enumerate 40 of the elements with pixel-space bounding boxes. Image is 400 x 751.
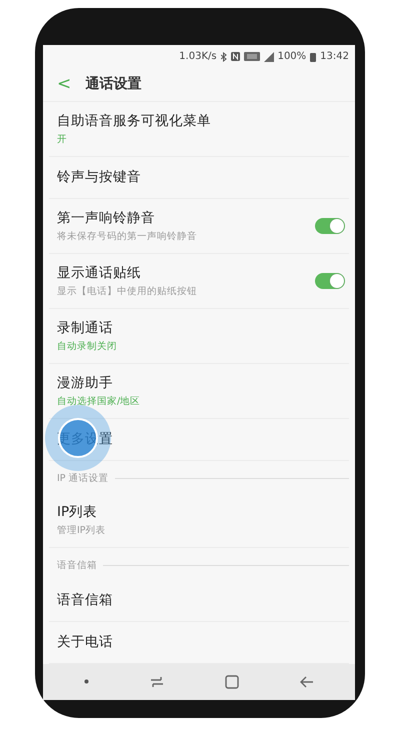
settings-item[interactable]: IP列表 管理IP列表 [49, 492, 349, 548]
screen-title: 通话设置 [85, 75, 142, 94]
item-subtitle: 开 [57, 132, 68, 146]
item-title: 自助语音服务可视化菜单 [57, 112, 212, 130]
settings-item[interactable]: 漫游助手 自动选择国家/地区 [49, 364, 349, 419]
clock: 13:42 [320, 51, 349, 62]
item-title: 铃声与按键音 [57, 168, 142, 186]
toggle-switch[interactable] [315, 218, 345, 234]
battery-icon [310, 52, 316, 62]
dot-icon[interactable] [84, 679, 89, 684]
item-title: 显示通话贴纸 [57, 264, 142, 282]
item-title: 第一声响铃静音 [57, 208, 156, 227]
item-title: 漫游助手 [57, 374, 114, 392]
home-icon[interactable] [225, 674, 240, 689]
signal-icon [264, 52, 274, 62]
settings-item[interactable]: 自助语音服务可视化菜单 开 [49, 102, 349, 157]
battery-percent: 100% [278, 51, 306, 62]
hd-icon [244, 52, 260, 61]
item-title: 语音信箱 [57, 591, 114, 610]
item-subtitle: 将未保存号码的第一声响铃静音 [57, 230, 198, 243]
item-title: 录制通话 [57, 318, 114, 337]
settings-item[interactable]: 第一声响铃静音 将未保存号码的第一声响铃静音 [49, 198, 349, 254]
settings-item[interactable]: 录制通话 自动录制关闭 [49, 308, 349, 364]
network-speed: 1.03K/s [179, 51, 217, 62]
item-subtitle: 管理IP列表 [57, 524, 107, 537]
section-header: 语音信箱 [57, 559, 97, 572]
settings-item[interactable]: 显示通话贴纸 显示【电话】中使用的贴纸按钮 [49, 254, 349, 309]
item-subtitle: 自动选择国家/地区 [57, 394, 142, 408]
settings-item[interactable]: 铃声与按键音 [49, 156, 349, 199]
section-header: IP 通话设置 [57, 472, 109, 486]
item-subtitle: 自动录制关闭 [57, 340, 118, 353]
recents-icon[interactable] [150, 676, 164, 688]
nfc-icon [230, 52, 240, 61]
bluetooth-icon [220, 52, 227, 62]
item-title: IP列表 [57, 502, 98, 521]
back-icon[interactable] [300, 676, 314, 688]
item-subtitle: 显示【电话】中使用的贴纸按钮 [57, 284, 198, 298]
toggle-switch[interactable] [315, 272, 345, 289]
settings-item[interactable]: 语音信箱 [49, 580, 349, 622]
item-title: 关于电话 [57, 633, 114, 652]
